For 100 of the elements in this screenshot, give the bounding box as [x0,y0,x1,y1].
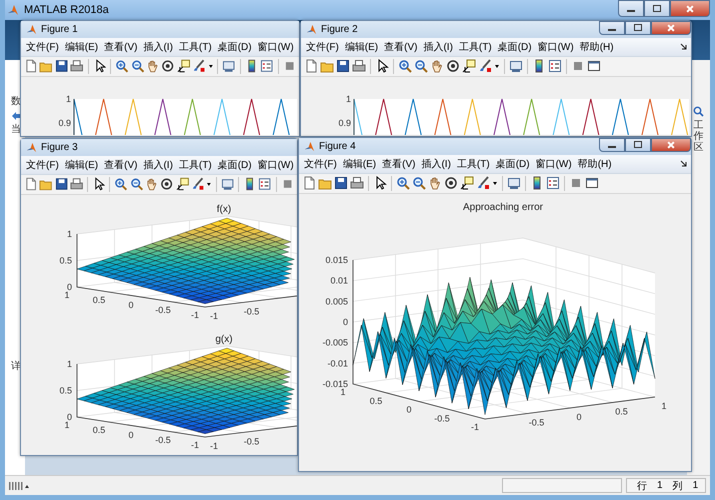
new-file-icon[interactable] [304,59,318,74]
menu-item[interactable]: 窗口(W) [534,156,573,171]
menu-item[interactable]: 文件(F) [25,40,60,54]
maximize-button[interactable] [644,0,670,17]
tick-label: 0 [576,412,582,422]
menu-item[interactable]: 查看(V) [381,156,416,171]
dock-arrow-icon[interactable] [680,160,687,168]
back-arrow-icon[interactable] [11,110,21,121]
menu-item[interactable]: 插入(I) [142,40,174,54]
zoom-in-icon[interactable] [114,177,128,192]
data-tip-icon[interactable] [462,59,476,74]
menu-item[interactable]: 窗口(W) [256,40,295,54]
legend-icon[interactable] [260,59,274,74]
menu-item[interactable]: 工具(T) [456,156,491,171]
new-file-icon[interactable] [24,177,38,192]
save-icon[interactable] [336,59,350,74]
menu-item[interactable]: 编辑(E) [342,156,378,171]
menu-item[interactable]: 工具(T) [178,40,213,54]
menu-item[interactable]: 文件(F) [303,156,338,171]
brush-icon[interactable] [192,59,206,74]
menu-item[interactable]: 文件(F) [305,40,340,54]
tick-label: 0.01 [330,276,348,286]
minimize-button[interactable] [599,138,625,152]
figure-title: Figure 4 [319,140,356,152]
close-button[interactable] [651,20,691,35]
zoom-in-icon[interactable] [398,59,412,74]
menu-item[interactable]: 插入(I) [422,40,454,54]
menu-item[interactable]: 窗口(W) [256,158,295,172]
menu-item[interactable]: 帮助(H) [576,156,613,171]
tick-label: -1 [210,310,218,321]
hand-icon[interactable] [428,176,442,190]
hand-icon[interactable] [146,59,160,74]
tick-label: -1 [210,440,218,451]
zoom-in-icon[interactable] [115,59,129,74]
menu-item[interactable]: 帮助(H) [578,40,615,54]
maximize-button[interactable] [625,138,651,152]
column-label: 列 [672,480,683,493]
print-icon[interactable] [70,177,84,192]
save-icon[interactable] [54,59,68,74]
tick-label: 1 [66,228,72,239]
peak-logo-icon [7,4,19,16]
plot-title: Approaching error [462,202,544,213]
save-icon[interactable] [54,177,68,192]
zoom-out-icon[interactable] [130,177,143,192]
menu-item[interactable]: 窗口(W) [536,40,575,54]
menu-item[interactable]: 插入(I) [142,158,174,172]
legend-icon[interactable] [258,177,272,192]
minimize-button[interactable] [618,0,644,17]
menu-item[interactable]: 编辑(E) [64,40,100,54]
hand-icon[interactable] [430,59,444,74]
window-icon[interactable] [587,59,601,74]
column-value: 1 [692,480,698,492]
zoom-out-icon[interactable] [414,59,428,74]
brush-icon[interactable] [190,177,204,192]
close-button[interactable] [670,0,710,17]
tick-label: 1 [66,358,72,369]
menu-item[interactable]: 文件(F) [25,158,60,172]
menu-item[interactable]: 查看(V) [103,40,138,54]
menu-item[interactable]: 桌面(D) [496,40,533,54]
tick-label: 0.5 [59,255,72,266]
peak-logo-icon [26,142,37,153]
data-tip-icon[interactable] [460,176,474,190]
new-file-icon[interactable] [302,176,316,190]
dock-arrow-icon[interactable] [680,43,687,50]
brush-icon[interactable] [476,176,490,190]
menu-item[interactable]: 桌面(D) [216,40,253,54]
zoom-out-icon[interactable] [412,176,426,190]
save-icon[interactable] [334,176,348,190]
hand-icon[interactable] [144,177,158,192]
workspace-tab[interactable]: 工作区 [694,120,704,153]
data-tip-icon[interactable] [176,59,190,74]
tick-label: 0.5 [92,294,106,305]
print-icon[interactable] [350,176,364,190]
legend-icon[interactable] [546,176,560,190]
zoom-in-icon[interactable] [396,176,410,190]
legend-icon[interactable] [548,59,562,74]
data-tip-icon[interactable] [176,177,189,192]
zoom-out-icon[interactable] [130,59,144,74]
grip-icon[interactable] [9,480,29,491]
window-title: MATLAB R2018a [24,4,109,16]
brush-icon[interactable] [478,59,492,74]
menu-item[interactable]: 工具(T) [458,40,493,54]
print-icon[interactable] [352,59,366,74]
search-icon[interactable] [693,106,704,117]
window-icon[interactable] [585,176,599,190]
tick-label: 0.5 [370,396,382,406]
maximize-button[interactable] [625,20,651,35]
minimize-button[interactable] [599,20,625,35]
menu-item[interactable]: 编辑(E) [64,158,100,172]
print-icon[interactable] [70,59,84,74]
new-file-icon[interactable] [24,59,38,74]
menu-item[interactable]: 桌面(D) [494,156,531,171]
menu-item[interactable]: 编辑(E) [344,40,380,54]
menu-item[interactable]: 查看(V) [383,40,418,54]
close-button[interactable] [651,138,691,152]
menu-item[interactable]: 桌面(D) [216,158,253,172]
menu-item[interactable]: 插入(I) [420,156,452,171]
menu-item[interactable]: 查看(V) [103,158,138,172]
tick-label: -0.5 [155,434,171,445]
menu-item[interactable]: 工具(T) [178,158,213,172]
